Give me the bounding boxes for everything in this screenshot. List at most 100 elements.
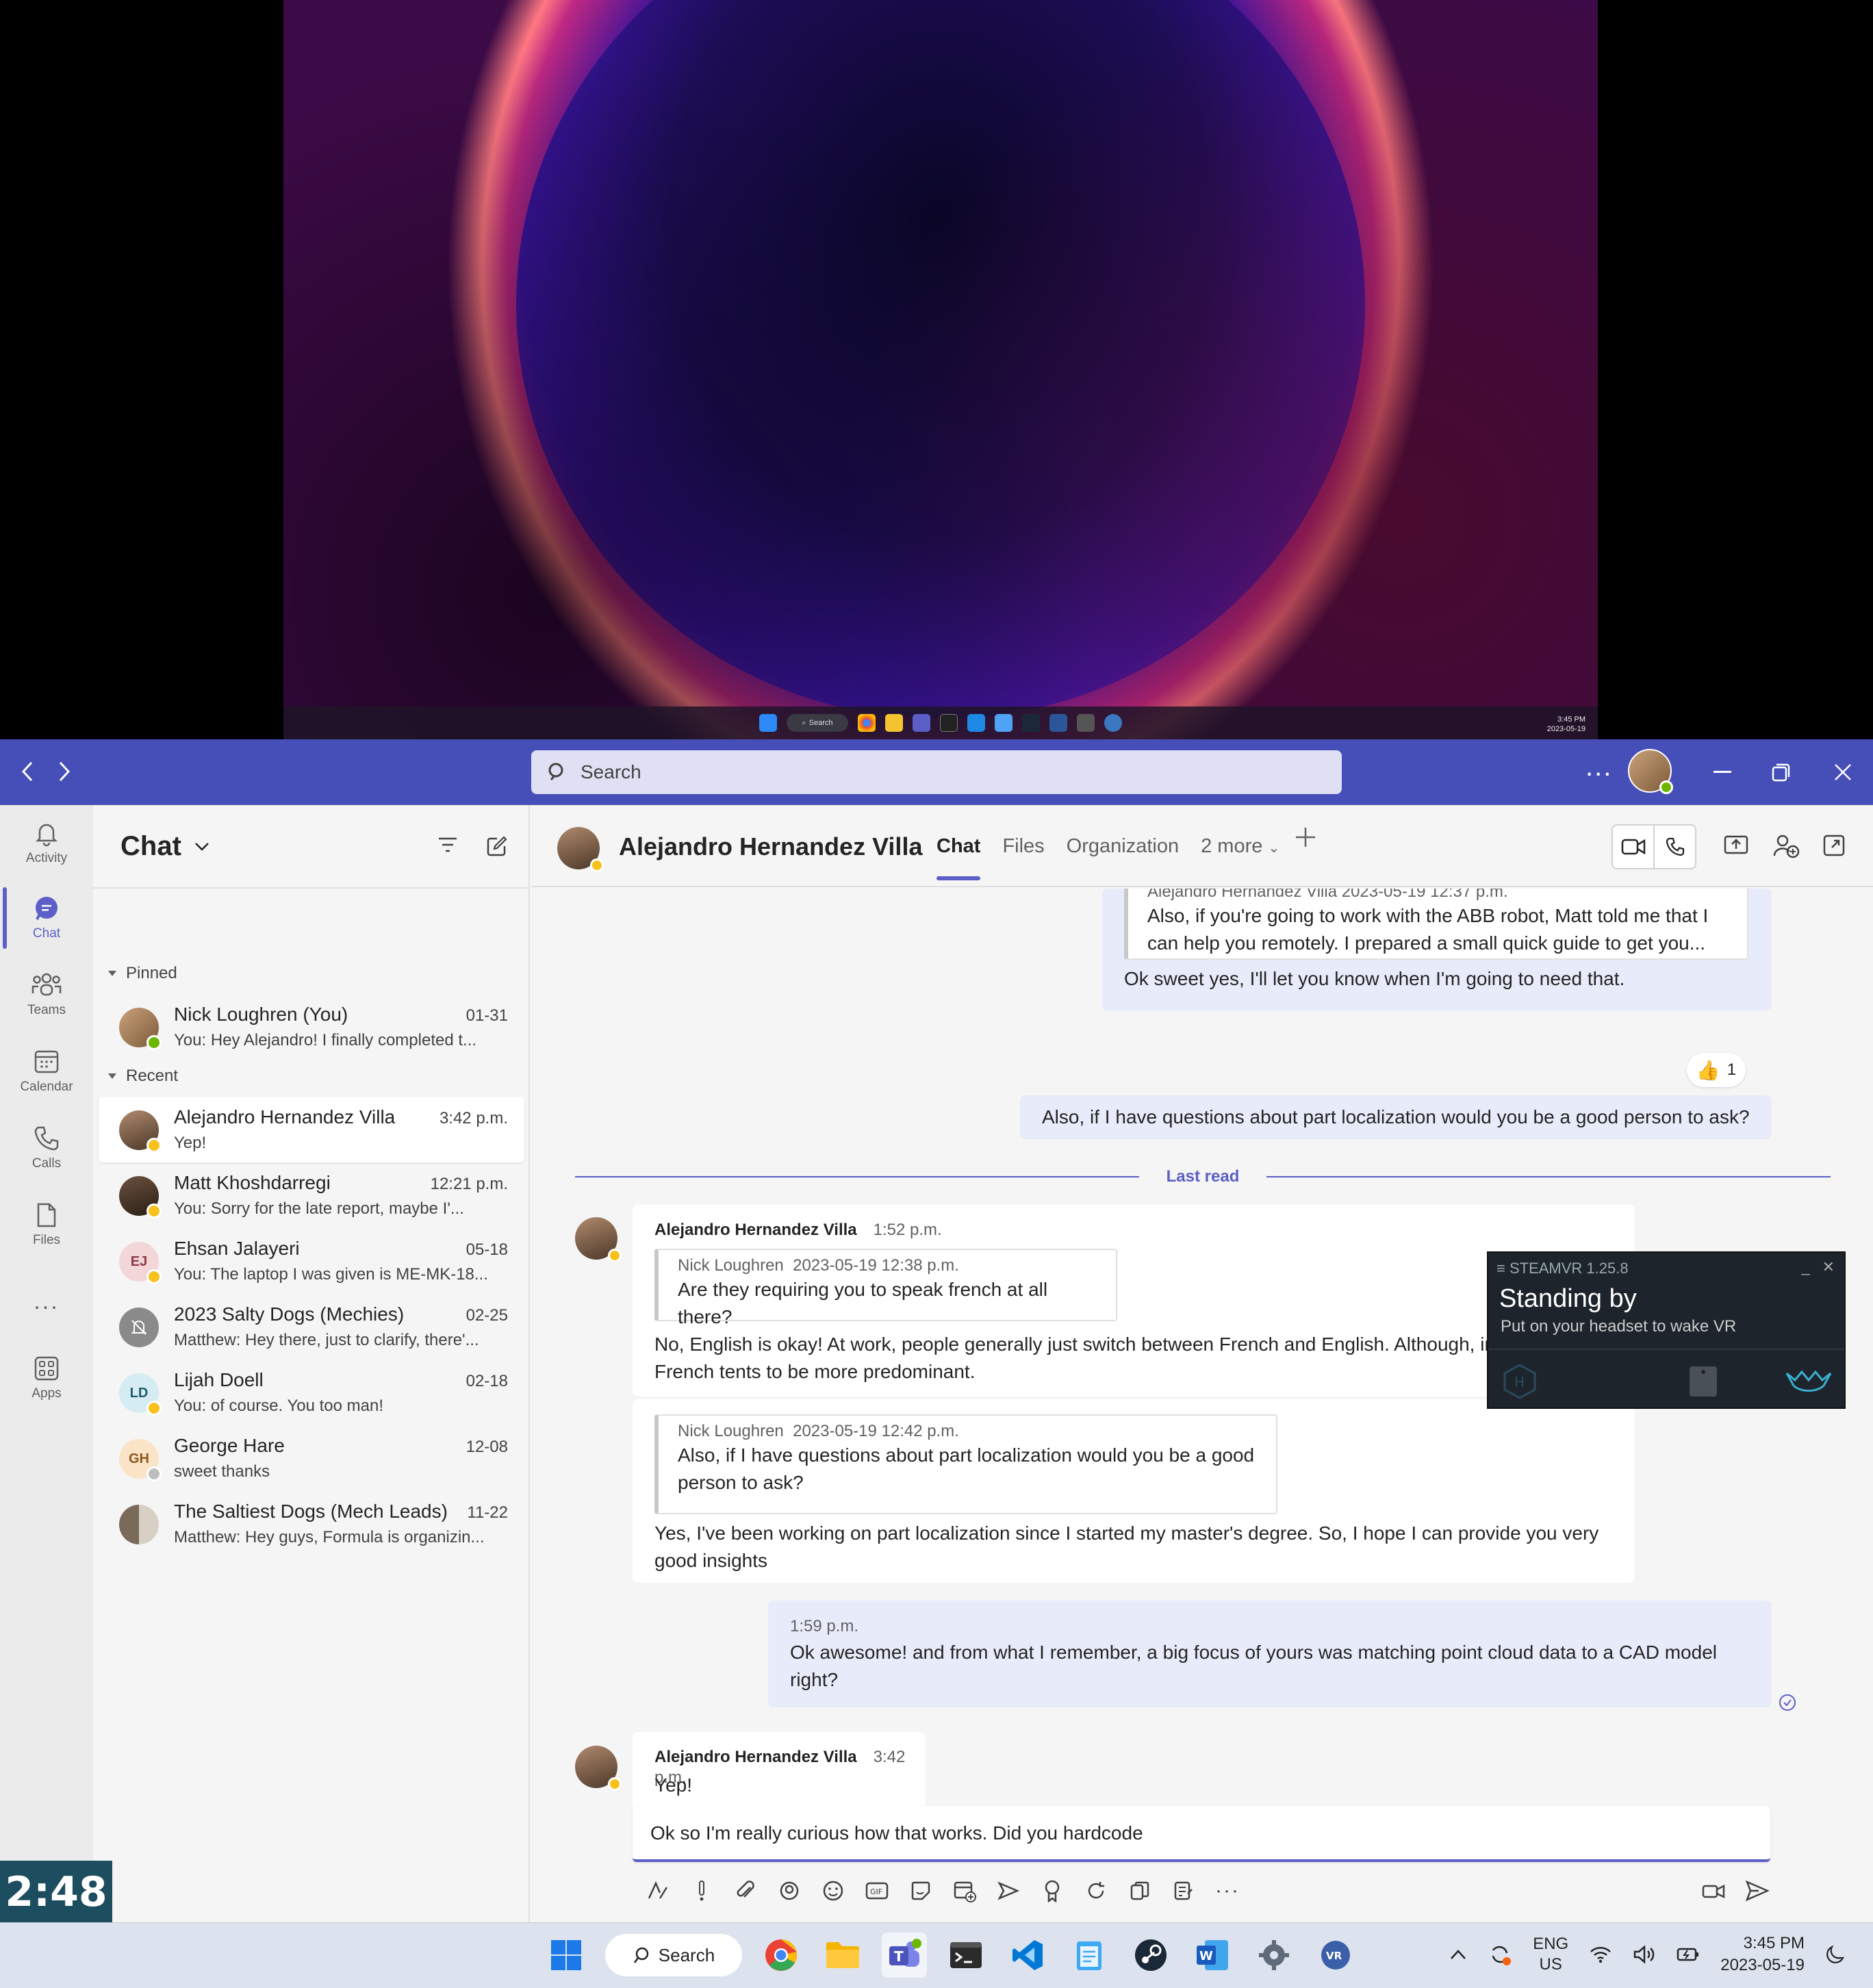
- send-button[interactable]: [1744, 1878, 1770, 1904]
- rail-files[interactable]: Files: [0, 1187, 93, 1262]
- teams-icon[interactable]: [913, 714, 930, 732]
- pinned-section-header[interactable]: Pinned: [107, 964, 177, 983]
- message-theirs[interactable]: Alejandro Hernandez Villa 1:52 p.m. Nick …: [633, 1205, 1635, 1397]
- audio-call-button[interactable]: [1655, 826, 1695, 868]
- chat-item-lijah[interactable]: LD Lijah Doell 02-18 You: of course. You…: [99, 1360, 524, 1425]
- steamvr-close-button[interactable]: ✕: [1822, 1258, 1835, 1276]
- rail-chat[interactable]: Chat: [0, 880, 93, 956]
- emoji-button[interactable]: [820, 1878, 846, 1904]
- chat-list-title[interactable]: Chat: [120, 831, 210, 862]
- forward-button[interactable]: [55, 760, 74, 783]
- tab-files[interactable]: Files: [1002, 835, 1044, 858]
- compose-message-input[interactable]: Ok so I'm really curious how that works.…: [633, 1806, 1770, 1862]
- chat-item-salty-dogs[interactable]: 2023 Salty Dogs (Mechies) 02-25 Matthew:…: [99, 1294, 524, 1360]
- chat-item-nick-loughren[interactable]: Nick Loughren (You) 01-31 You: Hey Aleja…: [99, 994, 524, 1060]
- notepad-icon[interactable]: [995, 714, 1012, 732]
- taskbar-file-explorer[interactable]: [820, 1933, 865, 1978]
- minimize-button[interactable]: [1703, 753, 1742, 791]
- close-button[interactable]: [1824, 753, 1862, 791]
- loop-button[interactable]: [776, 1878, 802, 1904]
- add-people-icon[interactable]: [1773, 834, 1800, 858]
- avatar[interactable]: [575, 1746, 622, 1791]
- chat-item-alejandro[interactable]: Alejandro Hernandez Villa 3:42 p.m. Yep!: [99, 1097, 524, 1162]
- back-button[interactable]: [18, 760, 37, 783]
- attach-button[interactable]: [732, 1878, 759, 1904]
- folder-icon[interactable]: [885, 714, 903, 732]
- filter-icon[interactable]: [437, 835, 459, 854]
- chat-item-saltiest-dogs[interactable]: The Saltiest Dogs (Mech Leads) 11-22 Mat…: [99, 1491, 524, 1557]
- priority-button[interactable]: [689, 1878, 715, 1904]
- taskbar-search[interactable]: Search: [605, 1934, 742, 1976]
- wifi-icon[interactable]: [1589, 1945, 1612, 1964]
- stream-button[interactable]: [995, 1878, 1021, 1904]
- rail-activity[interactable]: Activity: [0, 805, 93, 880]
- chat-item-george[interactable]: GH George Hare 12-08 sweet thanks: [99, 1425, 524, 1491]
- word-icon[interactable]: [1049, 714, 1067, 732]
- taskbar-word[interactable]: W: [1190, 1933, 1235, 1978]
- taskbar-settings[interactable]: [1251, 1933, 1297, 1978]
- taskbar-notepad[interactable]: [1067, 1933, 1112, 1978]
- format-button[interactable]: [645, 1878, 671, 1904]
- rail-calls[interactable]: Calls: [0, 1110, 93, 1186]
- praise-button[interactable]: [1039, 1878, 1065, 1904]
- steamvr-status-window[interactable]: ≡ STEAMVR 1.25.8 _ ✕ Standing by Put on …: [1487, 1251, 1846, 1409]
- share-screen-icon[interactable]: [1724, 834, 1748, 856]
- start-button[interactable]: [544, 1933, 589, 1978]
- taskbar-steamvr[interactable]: VR: [1313, 1933, 1358, 1978]
- avatar[interactable]: [575, 1217, 622, 1262]
- tab-chat[interactable]: Chat: [936, 835, 981, 880]
- more-options-button[interactable]: ...: [1585, 752, 1612, 782]
- vscode-icon[interactable]: [967, 714, 985, 732]
- profile-avatar[interactable]: [1628, 749, 1673, 794]
- pop-out-icon[interactable]: [1822, 834, 1846, 857]
- rail-calendar[interactable]: Calendar: [0, 1034, 93, 1109]
- sync-icon[interactable]: [1488, 1942, 1512, 1967]
- focus-moon-icon[interactable]: [1825, 1944, 1846, 1965]
- volume-icon[interactable]: [1633, 1944, 1656, 1965]
- steam-icon[interactable]: [1022, 714, 1040, 732]
- copy-button[interactable]: [1127, 1878, 1153, 1904]
- taskbar-steam[interactable]: [1128, 1933, 1173, 1978]
- rail-apps[interactable]: Apps: [0, 1340, 93, 1416]
- notes-button[interactable]: [1171, 1878, 1197, 1904]
- chevron-up-icon[interactable]: [1449, 1948, 1467, 1961]
- message-mine[interactable]: 1:59 p.m. Ok awesome! and from what I re…: [768, 1601, 1772, 1707]
- message-theirs[interactable]: Nick Loughren 2023-05-19 12:42 p.m. Also…: [633, 1399, 1635, 1583]
- chat-item-matt[interactable]: Matt Khoshdarregi 12:21 p.m. You: Sorry …: [99, 1162, 524, 1228]
- language-indicator[interactable]: ENG US: [1533, 1934, 1568, 1975]
- taskbar-teams[interactable]: T: [882, 1933, 927, 1978]
- video-call-button[interactable]: [1613, 826, 1655, 868]
- message-mine[interactable]: Also, if I have questions about part loc…: [1020, 1095, 1772, 1139]
- battery-icon[interactable]: [1677, 1946, 1700, 1963]
- taskbar-terminal[interactable]: [943, 1933, 989, 1978]
- sticker-button[interactable]: [908, 1878, 934, 1904]
- secondary-taskbar-search[interactable]: ⌕ Search: [787, 714, 848, 732]
- steamvr-minimize-button[interactable]: _: [1801, 1258, 1809, 1276]
- windows-start-icon[interactable]: [759, 714, 777, 732]
- new-chat-icon[interactable]: [486, 835, 508, 857]
- recent-section-header[interactable]: Recent: [107, 1067, 178, 1086]
- restore-button[interactable]: [1762, 753, 1800, 791]
- chrome-icon[interactable]: [858, 714, 876, 732]
- taskbar-chrome[interactable]: [759, 1933, 804, 1978]
- tab-organization[interactable]: Organization: [1067, 835, 1179, 858]
- avatar[interactable]: [557, 827, 604, 872]
- chat-item-ehsan[interactable]: EJ Ehsan Jalayeri 05-18 You: The laptop …: [99, 1228, 524, 1294]
- search-input[interactable]: Search: [531, 750, 1342, 794]
- schedule-meeting-button[interactable]: [952, 1878, 978, 1904]
- system-clock[interactable]: 3:45 PM 2023-05-19: [1720, 1933, 1805, 1976]
- terminal-icon[interactable]: [940, 714, 958, 732]
- gif-button[interactable]: GIF: [864, 1878, 890, 1904]
- message-theirs[interactable]: Alejandro Hernandez Villa 3:42 p.m. Yep!: [633, 1732, 926, 1811]
- more-compose-options-button[interactable]: ···: [1214, 1878, 1240, 1904]
- rail-more[interactable]: ...: [0, 1264, 93, 1339]
- reaction-thumbs-up[interactable]: 👍 1: [1687, 1053, 1746, 1087]
- add-tab-button[interactable]: [1294, 826, 1317, 849]
- message-mine[interactable]: Alejandro Hernandez Villa 2023-05-19 12:…: [1102, 889, 1772, 1010]
- settings-icon[interactable]: [1077, 714, 1095, 732]
- taskbar-vscode[interactable]: [1005, 1933, 1050, 1978]
- rail-teams[interactable]: Teams: [0, 957, 93, 1032]
- vr-icon[interactable]: [1104, 714, 1122, 732]
- tab-more[interactable]: 2 more ⌄: [1201, 835, 1279, 858]
- video-clip-button[interactable]: [1700, 1878, 1727, 1904]
